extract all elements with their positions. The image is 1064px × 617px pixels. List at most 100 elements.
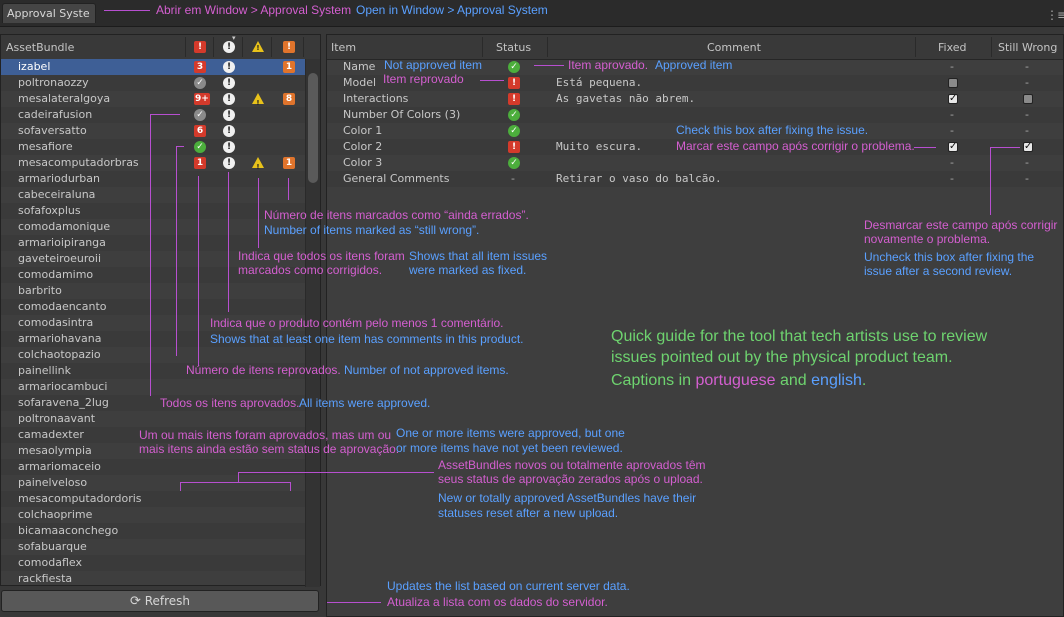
assetbundle-name: izabel [18,60,51,73]
assetbundle-row[interactable]: comodaflex [1,555,320,571]
assetbundle-row[interactable]: armariodurban [1,171,320,187]
item-comment[interactable]: Retirar o vaso do balcão. [556,171,722,187]
guide-line-3: Captions in portuguese and english. [611,372,867,389]
still-wrong-empty: - [1025,156,1029,169]
assetbundle-row[interactable]: izabel 3! 1 [1,59,320,75]
fixed-column-header[interactable]: Fixed [938,41,967,54]
status-column-header[interactable]: Status [496,41,531,54]
fixed-empty: - [950,60,954,73]
assetbundle-name: colchaoprime [18,508,93,521]
assetbundle-name: armariocambuci [18,380,108,393]
note-refresh-en: Updates the list based on current server… [387,579,630,593]
comment-indicator-icon: ! [223,125,235,137]
assetbundle-row[interactable]: barbrito [1,283,320,299]
note-not-approved-en: Number of not approved items. [344,363,509,377]
approved-status-icon[interactable]: ✓ [508,61,520,73]
item-column-header[interactable]: Item [331,41,356,54]
assetbundle-row[interactable]: mesafiore ✓! [1,139,320,155]
assetbundle-name: sofafoxplus [18,204,81,217]
approved-status-icon[interactable]: ✓ [508,157,520,169]
refresh-icon: ⟳ [129,594,141,609]
assetbundle-row[interactable]: colchaoprime [1,507,320,523]
still-wrong-count-badge: 8 [283,93,295,105]
note-item-aprovado: Item aprovado. [568,58,649,72]
fixed-checkbox[interactable] [948,78,958,88]
scrollbar-thumb[interactable] [308,73,318,183]
item-name: Name [343,60,376,73]
guide-line-1: Quick guide for the tool that tech artis… [611,328,988,345]
note-refresh-pt: Atualiza a lista com os dados do servido… [387,595,608,609]
assetbundle-row[interactable]: colchaotopazio [1,347,320,363]
assetbundle-column-header[interactable]: AssetBundle [6,41,74,54]
not-approved-status-icon[interactable]: ! [508,141,520,153]
assetbundle-row[interactable]: cadeirafusion ✓! [1,107,320,123]
item-comment[interactable]: As gavetas não abrem. [556,91,695,107]
refresh-button[interactable]: ⟳ Refresh [1,590,319,612]
sort-arrow-icon: ▾ [232,34,236,42]
not-approved-count-header-icon[interactable]: ! [194,41,206,53]
still-wrong-column-header[interactable]: Still Wrong [998,41,1057,54]
assetbundle-name: sofabuarque [18,540,87,553]
assetbundle-name: colchaotopazio [18,348,101,361]
fixed-checkbox[interactable]: ✓ [948,94,958,104]
note-comment-pt: Indica que o produto contém pelo menos 1… [210,316,504,330]
assetbundle-row[interactable]: mesacomputadordoris [1,491,320,507]
approval-system-tab[interactable]: Approval Syste [2,3,96,23]
menu-dots-icon[interactable]: ⋮≡ [1046,8,1064,22]
assetbundle-name: comodaencanto [18,300,107,313]
still-wrong-checkbox[interactable] [1023,94,1033,104]
note-fixed-en-2: were marked as fixed. [409,263,527,277]
note-reset-pt-2: seus status de aprovação zerados após o … [438,472,703,486]
assetbundle-name: bicamaaconchego [18,524,119,537]
assetbundle-name: mesaolympia [18,444,92,457]
note-uncheck-en-1: Uncheck this box after fixing the [864,250,1035,264]
assetbundle-name: armariohavana [18,332,102,345]
note-open-pt: Abrir em Window > Approval System [156,3,352,17]
still-wrong-empty: - [1025,108,1029,121]
item-comment[interactable]: Está pequena. [556,75,642,91]
note-partial-en-1: One or more items were approved, but one [396,426,625,440]
approved-status-icon[interactable]: ✓ [508,109,520,121]
note-partial-pt-1: Um ou mais itens foram aprovados, mas um… [139,428,392,442]
partially-approved-icon: ✓ [194,77,206,89]
comment-header-icon[interactable]: ! [223,41,235,53]
assetbundle-row[interactable]: poltronaozzy ✓! [1,75,320,91]
note-approved-item: Approved item [655,58,733,72]
assetbundle-row[interactable]: bicamaaconchego [1,523,320,539]
assetbundle-row[interactable]: armariocambuci [1,379,320,395]
assetbundle-name: poltronaozzy [18,76,89,89]
fixed-checkbox[interactable]: ✓ [948,142,958,152]
approved-status-icon[interactable]: ✓ [508,125,520,137]
note-comment-en: Shows that at least one item has comment… [210,332,524,346]
assetbundle-name: painelveloso [18,476,88,489]
note-open-en: Open in Window > Approval System [356,3,548,17]
assetbundle-name: camadexter [18,428,84,441]
item-comment[interactable]: Muito escura. [556,139,642,155]
not-approved-count-badge: 3 [194,61,206,73]
assetbundle-list-header: AssetBundle ! ! ▾ ! ! [1,34,320,60]
assetbundle-row[interactable]: comodaencanto [1,299,320,315]
assetbundle-name: gaveteiroeuroii [18,252,102,265]
comment-column-header[interactable]: Comment [707,41,761,54]
not-approved-status-icon[interactable]: ! [508,77,520,89]
assetbundle-name: poltronaavant [18,412,96,425]
assetbundle-row[interactable]: sofaversatto 6! [1,123,320,139]
note-all-approved-pt: Todos os itens aprovados. [160,396,300,410]
assetbundle-name: sofaravena_2lug [18,396,109,409]
assetbundle-name: cabeceiraluna [18,188,96,201]
not-approved-status-icon[interactable]: ! [508,93,520,105]
still-wrong-empty: - [1025,60,1029,73]
assetbundle-row[interactable]: rackfiesta [1,571,320,587]
assetbundle-row[interactable]: sofabuarque [1,539,320,555]
item-name: Model [343,76,377,89]
assetbundle-row[interactable]: poltronaavant [1,411,320,427]
still-wrong-header-icon[interactable]: ! [283,41,295,53]
note-uncheck-en-2: issue after a second review. [864,264,1013,278]
assetbundle-row[interactable]: painelveloso [1,475,320,491]
comment-indicator-icon: ! [223,77,235,89]
still-wrong-checkbox[interactable]: ✓ [1023,142,1033,152]
item-row: Color 3 ✓ - - [327,155,1063,171]
assetbundle-row[interactable]: cabeceiraluna [1,187,320,203]
assetbundle-row[interactable]: mesalateralgoya 9+!! 8 [1,91,320,107]
assetbundle-row[interactable]: mesacomputadorbras 1!! 1 [1,155,320,171]
